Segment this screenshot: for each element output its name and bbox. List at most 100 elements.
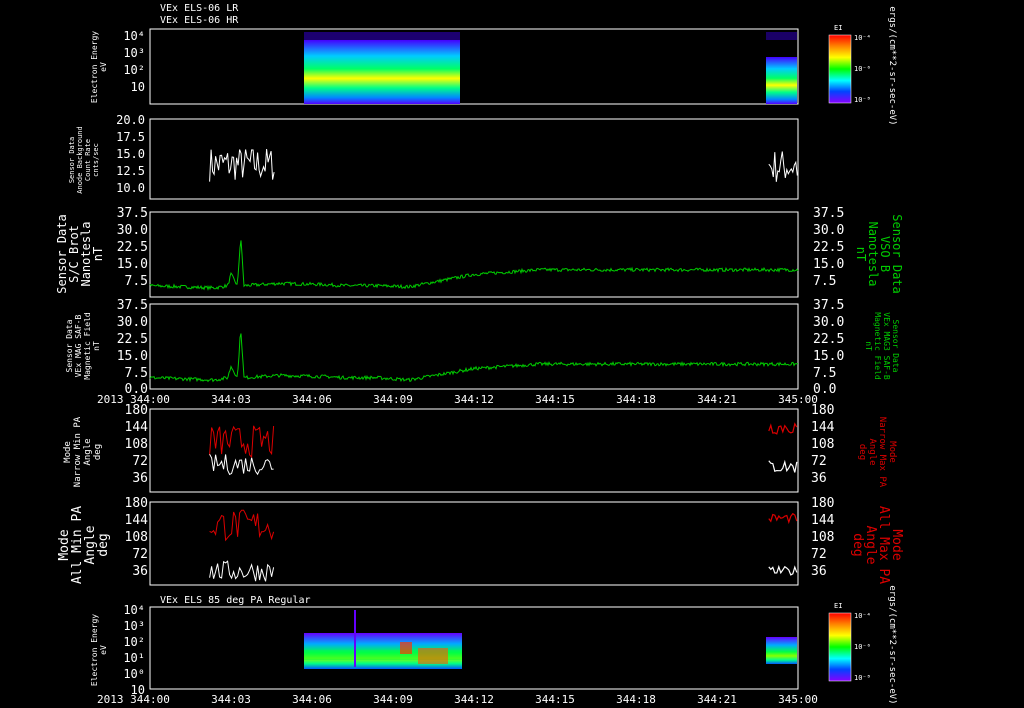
colorbar-tick: 10⁻⁶ xyxy=(854,643,871,651)
ytick-label: 15.0 xyxy=(117,349,148,364)
colorbar-label: EI xyxy=(834,602,842,610)
spectrogram-block xyxy=(766,637,797,664)
axis-label: Narrow Min PA xyxy=(73,416,83,487)
axis-label-right: nT xyxy=(854,247,868,261)
time-tick-label: 344:06 xyxy=(292,693,332,706)
time-tick-label: 344:12 xyxy=(454,693,494,706)
time-tick-label: 345:00 xyxy=(778,693,818,706)
ytick-label: 72 xyxy=(132,454,148,469)
time-tick-label: 344:15 xyxy=(535,693,575,706)
time-tick-label: 344:03 xyxy=(211,693,251,706)
axis-label-right: Magnetic Field xyxy=(873,312,882,380)
ytick-label: 180 xyxy=(125,403,148,418)
axis-label: deg xyxy=(93,444,103,460)
panel-anode-background: 20.0 17.5 15.0 12.5 10.0 Sensor Data Ano… xyxy=(68,113,799,200)
anode-series xyxy=(209,148,275,182)
ytick-label: 10¹ xyxy=(123,651,145,665)
time-tick-label: 344:06 xyxy=(292,393,332,406)
ytick-label: 10⁴ xyxy=(123,603,145,617)
ytick-label: 10³ xyxy=(123,619,145,633)
panel-frame xyxy=(149,28,799,105)
ytick-label: 30.0 xyxy=(117,315,148,330)
ytick-label: 72 xyxy=(132,547,148,562)
axis-label: nT xyxy=(91,247,105,261)
ytick-label: 37.5 xyxy=(117,206,148,221)
axis-label: Anode Background xyxy=(76,126,84,193)
axis-label: VEx MAG SAF-B xyxy=(74,315,83,378)
ytick-label-right: 30.0 xyxy=(813,223,844,238)
time-tick-label: 344:03 xyxy=(211,393,251,406)
ytick-label-right: 22.5 xyxy=(813,240,844,255)
colorbar-label: EI xyxy=(834,24,842,32)
ytick-label-right: 36 xyxy=(811,564,827,579)
ytick-label-right: 22.5 xyxy=(813,332,844,347)
ytick-label: 15.0 xyxy=(117,257,148,272)
max-pa-series xyxy=(209,509,275,542)
axis-label-right: Angle xyxy=(867,438,877,465)
anode-series xyxy=(768,151,798,182)
ytick-label: 10⁰ xyxy=(123,667,145,681)
spectrogram-block xyxy=(354,610,356,667)
colorbar-tick: 10⁻⁶ xyxy=(854,65,871,73)
time-tick-label: 344:09 xyxy=(373,393,413,406)
ytick-label: 10 xyxy=(131,80,145,94)
min-pa-series xyxy=(209,454,274,476)
min-pa-series xyxy=(768,564,798,576)
panel-all-pa: 180 144 108 72 36 180 144 108 72 36 Mode… xyxy=(57,496,904,586)
ytick-label: 37.5 xyxy=(117,298,148,313)
axis-label: Sensor Data xyxy=(68,137,76,183)
colorbar-units: ergs/(cm**2-sr-sec-eV) xyxy=(887,585,897,704)
panel-frame xyxy=(149,606,799,690)
panel-frame xyxy=(149,211,799,298)
year-label: 2013 xyxy=(97,393,124,406)
ytick-label-right: 144 xyxy=(811,420,835,435)
time-axis-mid: 2013 344:00 344:03 344:06 344:09 344:12 344:1… xyxy=(97,393,818,406)
min-pa-series xyxy=(209,560,275,582)
spectrogram-block xyxy=(766,57,797,104)
ytick-label-right: 180 xyxy=(811,496,834,511)
year-label: 2013 xyxy=(97,693,124,706)
time-tick-label: 344:18 xyxy=(616,393,656,406)
ytick-label: 10² xyxy=(123,63,145,77)
ytick-label: 180 xyxy=(125,496,148,511)
ytick-label: 7.5 xyxy=(125,274,148,289)
ytick-label-right: 144 xyxy=(811,513,835,528)
title-85deg: VEx ELS 85 deg PA Regular xyxy=(160,595,311,606)
panel-mag-saf-b: 37.5 30.0 22.5 15.0 7.5 0.0 37.5 30.0 22… xyxy=(65,298,900,397)
axis-label: deg xyxy=(96,533,111,556)
ytick-label: 17.5 xyxy=(116,130,145,144)
axis-label: eV xyxy=(99,645,108,655)
max-pa-series xyxy=(209,425,275,459)
ytick-label-right: 37.5 xyxy=(813,298,844,313)
ytick-label: 10⁴ xyxy=(123,29,145,43)
ytick-label: 108 xyxy=(125,530,148,545)
brot-series xyxy=(149,240,799,291)
time-axis-bottom: 2013 344:00 344:03 344:06 344:09 344:12 344:1… xyxy=(97,693,818,706)
ytick-label: 144 xyxy=(125,420,149,435)
axis-label-right: deg xyxy=(857,444,867,460)
axis-label: Mode xyxy=(63,441,73,463)
time-tick-label: 344:21 xyxy=(697,693,737,706)
ytick-label-right: 15.0 xyxy=(813,257,844,272)
colorbar-tick: 10⁻⁸ xyxy=(854,674,871,682)
ytick-label: 20.0 xyxy=(116,113,145,127)
axis-label: Electron Energy xyxy=(90,31,99,103)
ytick-label-right: 108 xyxy=(811,437,834,452)
ytick-label: 7.5 xyxy=(125,366,148,381)
ytick-label-right: 30.0 xyxy=(813,315,844,330)
ytick-label-right: 108 xyxy=(811,530,834,545)
axis-label-right: nT xyxy=(864,341,873,351)
data-plot-stack: VEx ELS-06 LR VEx ELS-06 HR VEx ELS 85 d… xyxy=(55,3,904,706)
axis-label-right: Narrow Max PA xyxy=(877,417,887,488)
ytick-label: 30.0 xyxy=(117,223,148,238)
ytick-label: 36 xyxy=(132,471,148,486)
ytick-label: 108 xyxy=(125,437,148,452)
ytick-label-right: 15.0 xyxy=(813,349,844,364)
ytick-label: 10.0 xyxy=(116,181,145,195)
ytick-label: 10² xyxy=(123,635,145,649)
axis-label: eV xyxy=(99,62,108,72)
ytick-label: 15.0 xyxy=(116,147,145,161)
ytick-label: 22.5 xyxy=(117,332,148,347)
axis-label: nT xyxy=(92,341,101,351)
ytick-label-right: 37.5 xyxy=(813,206,844,221)
